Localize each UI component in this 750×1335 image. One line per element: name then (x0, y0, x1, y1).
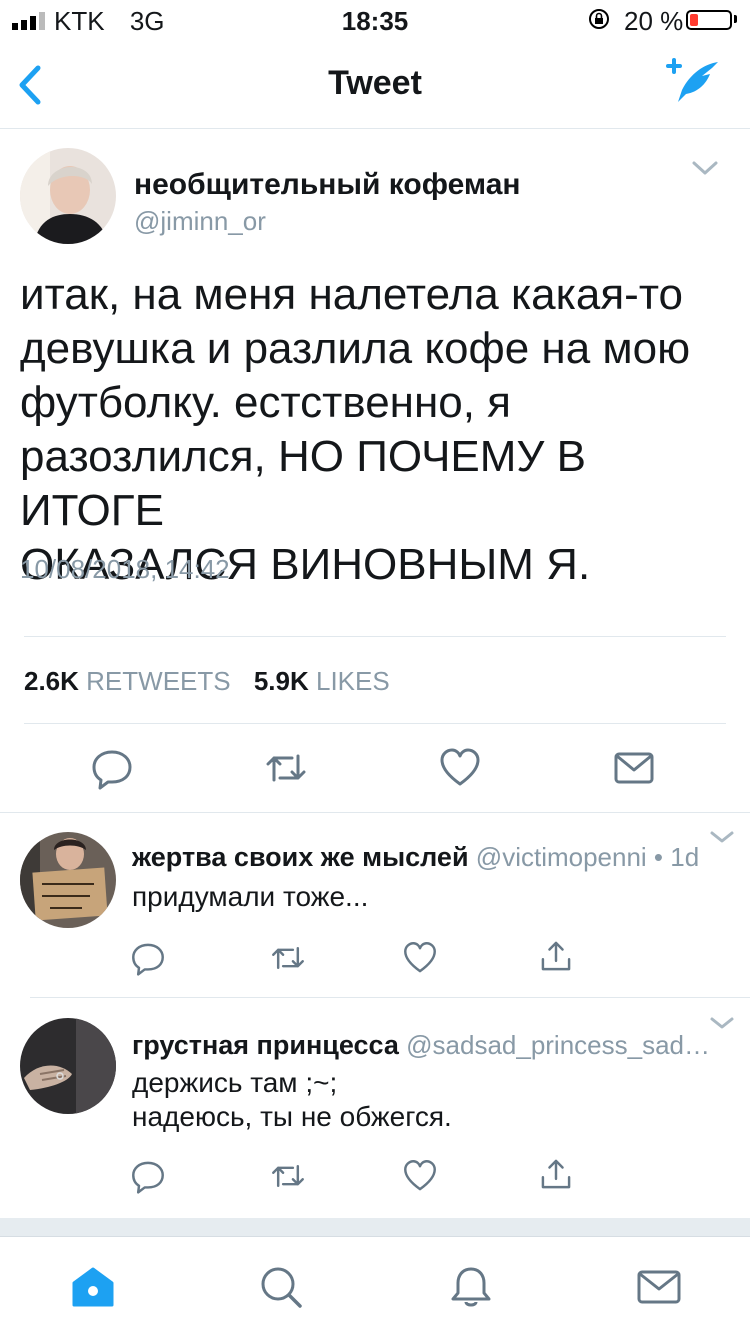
tweet-text: итак, на меня налетела какая-то девушка … (20, 268, 730, 592)
search-icon (261, 1267, 302, 1308)
tweet-text-line: разозлился, НО ПОЧЕМУ В ИТОГЕ (20, 432, 586, 535)
retweet-button[interactable] (270, 1158, 306, 1194)
reply-button[interactable] (130, 1158, 166, 1194)
status-bar: KTK 3G 18:35 20 % (0, 0, 750, 40)
reply-handle[interactable]: @sadsad_princess_sad… (406, 1030, 710, 1060)
share-button[interactable] (538, 1156, 574, 1192)
likes-count[interactable]: 5.9K (254, 666, 309, 696)
reply-author-name[interactable]: грустная принцесса (132, 1030, 399, 1060)
tweet-text-line: девушка и разлила кофе на мою (20, 324, 691, 373)
tweet-stats: 2.6K RETWEETS 5.9K LIKES (24, 666, 390, 697)
like-button[interactable] (402, 940, 438, 976)
like-button[interactable] (438, 746, 482, 790)
heart-icon (404, 1160, 436, 1191)
tweet-text-line: итак, на меня налетела какая-то (20, 270, 683, 319)
reply-header: жертва своих же мыслей @victimopenni • 1… (132, 842, 712, 873)
battery-percent: 20 % (624, 6, 684, 36)
share-icon (541, 1159, 571, 1189)
divider (24, 636, 726, 637)
share-button[interactable] (538, 938, 574, 974)
tab-bar (0, 1236, 750, 1335)
reply-text-line: держись там ;~; (132, 1067, 338, 1098)
reply-icon (132, 1161, 164, 1194)
messages-icon (637, 1270, 681, 1304)
likes-label[interactable]: LIKES (316, 666, 390, 696)
reply-avatar[interactable] (20, 1018, 116, 1114)
retweet-icon (266, 754, 306, 782)
tab-messages[interactable] (636, 1265, 682, 1309)
reply-text: держись там ;~; надеюсь, ты не обжегся. (132, 1066, 452, 1134)
reply-header: грустная принцесса @sadsad_princess_sad… (132, 1030, 712, 1061)
retweet-icon (272, 1164, 304, 1188)
reply-handle-time[interactable]: @victimopenni • 1d (476, 842, 699, 872)
reply-text-line: придумали тоже... (132, 881, 369, 912)
envelope-icon (614, 752, 654, 784)
reply-button[interactable] (90, 746, 134, 790)
reply-icon (132, 943, 164, 976)
compose-feather-icon[interactable] (664, 56, 722, 108)
author-handle[interactable]: @jiminn_or (134, 206, 266, 237)
divider (24, 723, 726, 724)
retweets-label[interactable]: RETWEETS (86, 666, 230, 696)
rotation-lock-icon (589, 9, 609, 29)
retweet-icon (272, 946, 304, 970)
share-icon (541, 941, 571, 971)
author-name[interactable]: необщительный кофеман (134, 168, 521, 202)
reply-button[interactable] (130, 940, 166, 976)
page-title: Tweet (328, 64, 422, 102)
feed-end-spacer (0, 1218, 750, 1236)
tweet-text-line: футболку. естственно, я (20, 378, 512, 427)
reply-text-line: надеюсь, ты не обжегся. (132, 1101, 452, 1132)
direct-message-button[interactable] (612, 746, 656, 790)
battery-icon (686, 10, 732, 30)
tab-notifications[interactable] (448, 1265, 494, 1309)
tweet-timestamp: 10/08/2018, 14:42 (20, 554, 230, 584)
chevron-down-icon[interactable] (708, 1014, 736, 1032)
divider (30, 997, 750, 998)
reply-text: придумали тоже... (132, 880, 368, 914)
heart-icon (404, 942, 436, 973)
retweet-button[interactable] (264, 746, 308, 790)
reply-author-name[interactable]: жертва своих же мыслей (132, 842, 469, 872)
tab-home[interactable] (70, 1265, 116, 1309)
reply-avatar[interactable] (20, 832, 116, 928)
tab-search[interactable] (258, 1265, 304, 1309)
chevron-down-icon[interactable] (708, 828, 736, 846)
like-button[interactable] (402, 1158, 438, 1194)
battery-tip (734, 15, 737, 23)
chevron-down-icon[interactable] (690, 158, 720, 178)
retweet-button[interactable] (270, 940, 306, 976)
notifications-icon (451, 1267, 491, 1307)
retweets-count[interactable]: 2.6K (24, 666, 79, 696)
divider (0, 812, 750, 813)
reply-icon (92, 750, 132, 790)
battery-fill (690, 14, 698, 26)
navigation-bar: Tweet (0, 40, 750, 129)
author-avatar[interactable] (20, 148, 116, 244)
heart-icon (440, 748, 480, 786)
home-icon (72, 1267, 114, 1307)
